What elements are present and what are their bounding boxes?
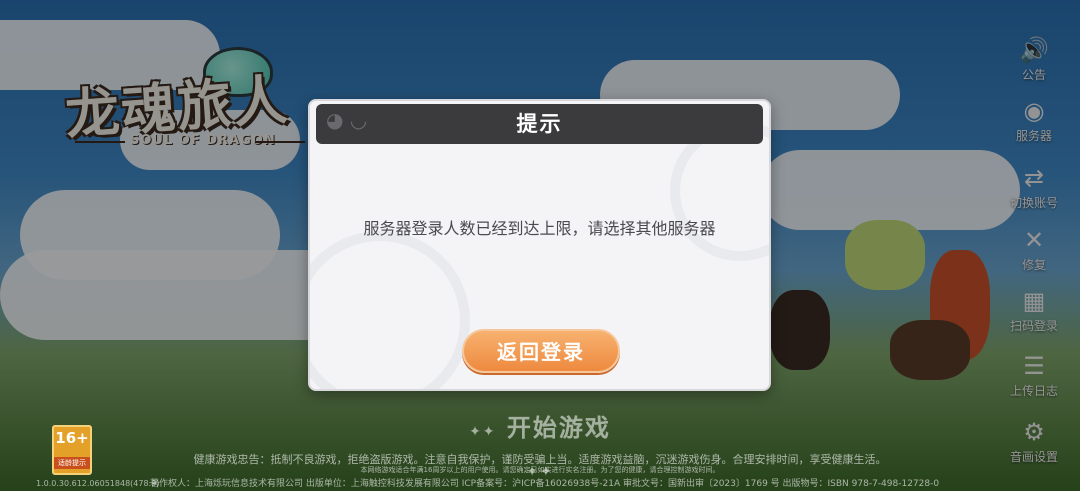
sparkle-icon: ✦✦ (469, 424, 497, 440)
age-rating-value: 16+ (55, 429, 89, 447)
dialog-watermark (310, 231, 470, 389)
age-notice: 本网络游戏适合年满16周岁以上的用户使用。请您确定已如实进行实名注册。为了您的健… (360, 466, 720, 474)
dialog-title: 提示 (516, 112, 563, 136)
back-to-login-button[interactable]: 返回登录 (462, 329, 620, 373)
notice-dialog: ◕ ◡ 提示 服务器登录人数已经到达上限，请选择其他服务器 返回登录 (308, 99, 771, 391)
version-number: 1.0.0.30.612.06051848(478:9) (36, 479, 160, 488)
dialog-header: ◕ ◡ 提示 (316, 104, 763, 144)
start-game-label: 开始游戏 (506, 414, 611, 442)
copyright-info: 著作权人：上海烁玩信息技术有限公司 出版单位：上海触控科技发展有限公司 ICP备… (150, 479, 940, 489)
start-game-button[interactable]: ✦✦ 开始游戏 ✦✦ (455, 410, 625, 480)
dialog-message: 服务器登录人数已经到达上限，请选择其他服务器 (363, 219, 716, 238)
